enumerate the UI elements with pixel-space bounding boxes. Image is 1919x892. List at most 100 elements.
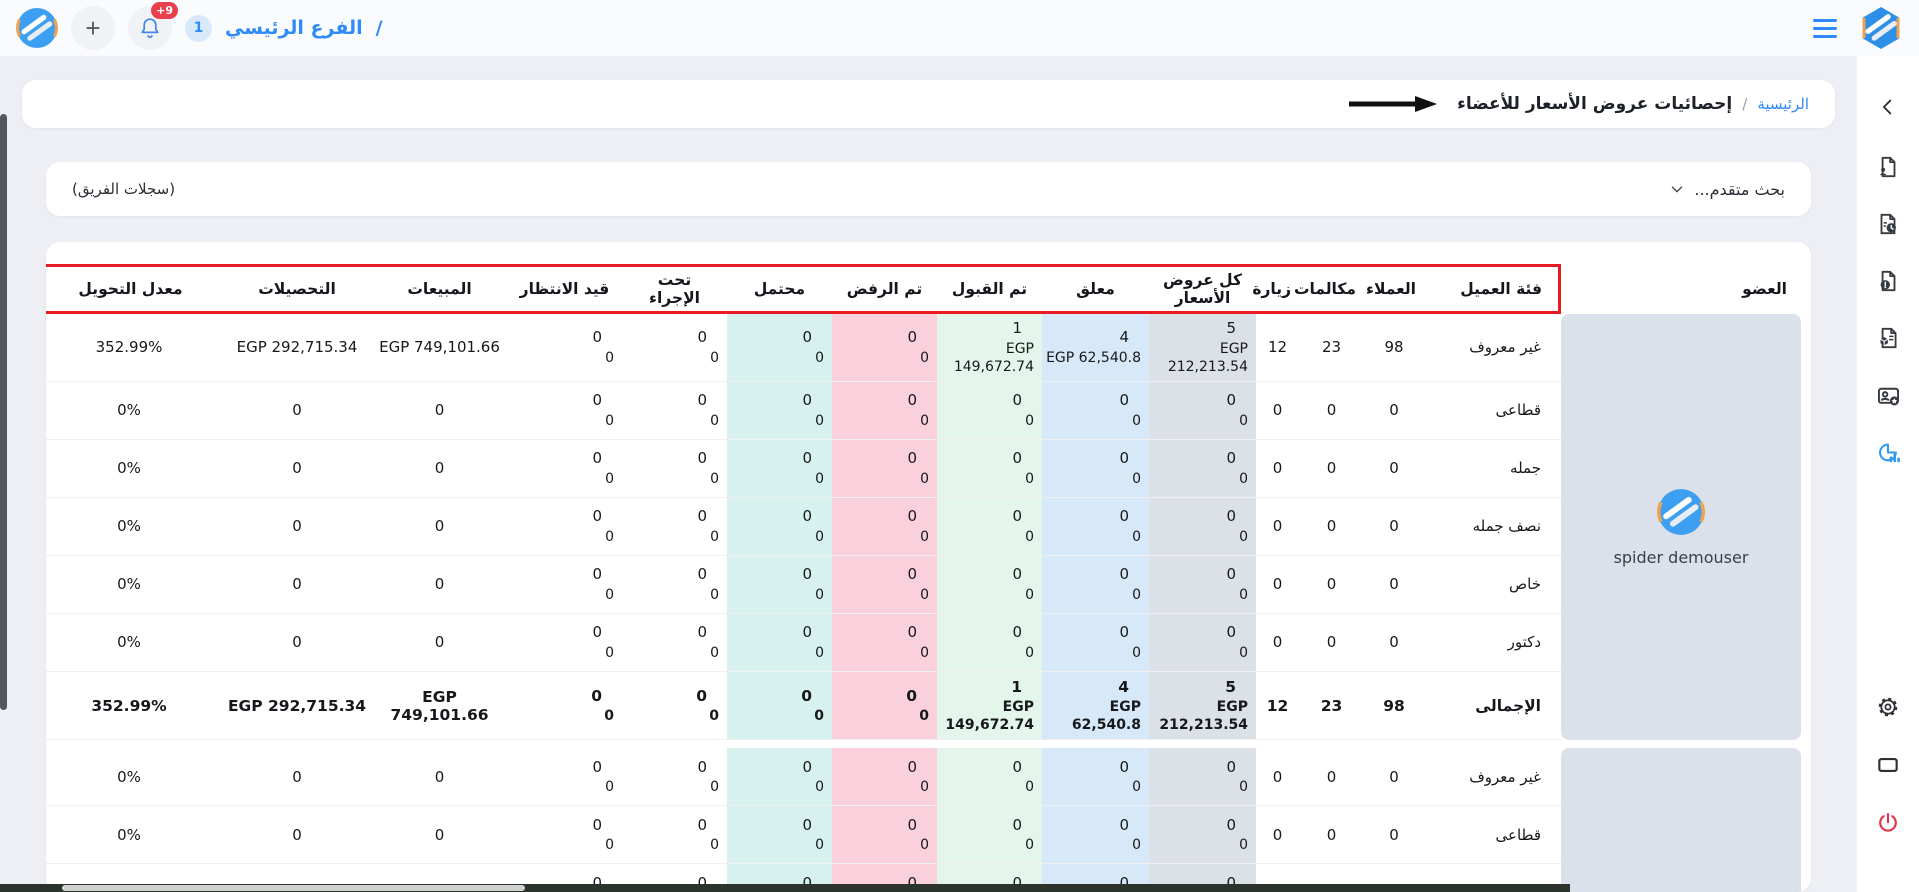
value-cell: 1EGP 149,672.74 xyxy=(937,672,1042,741)
value-cell: 1EGP 149,672.74 xyxy=(937,314,1042,382)
settings-button[interactable] xyxy=(1871,690,1905,724)
horizontal-scrollbar[interactable] xyxy=(0,884,1570,892)
value-cell: 0 xyxy=(1299,440,1364,498)
value-cell: 5EGP 212,213.54 xyxy=(1149,314,1256,382)
advanced-search-toggle[interactable]: بحث متقدم... xyxy=(1668,180,1785,199)
sidebar-item-member-card[interactable] xyxy=(1871,378,1905,412)
category-cell: غير معروف xyxy=(1424,314,1561,382)
value-cell: 00 xyxy=(507,314,622,382)
screen-button[interactable] xyxy=(1871,748,1905,782)
menu-icon[interactable] xyxy=(1809,15,1841,42)
value-cell: 00 xyxy=(622,440,727,498)
category-cell: خاص xyxy=(1424,556,1561,614)
table-row: spider demouser غير معروف9823125EGP 212,… xyxy=(46,314,1801,382)
value-cell: 0 xyxy=(1256,806,1299,864)
sidebar-item-quotes-statistics[interactable] xyxy=(1871,435,1905,469)
branch-slash: / xyxy=(376,17,383,39)
breadcrumb-card: الرئيسية / إحصائيات عروض الأسعار للأعضاء xyxy=(22,80,1835,128)
value-cell: 4EGP 62,540.8 xyxy=(1042,314,1149,382)
stats-table-card: العضوفئة العميلالعملاءمكالماتزيارةكل عرو… xyxy=(46,242,1811,892)
value-cell: 352.99% xyxy=(46,314,222,382)
filters-card: بحث متقدم... (سجلات الفريق) xyxy=(46,162,1811,216)
value-cell: 4EGP 62,540.8 xyxy=(1042,672,1149,741)
quotes-statistics-icon xyxy=(1875,439,1902,466)
column-header: العملاء xyxy=(1364,264,1424,314)
value-cell: 0 xyxy=(222,614,372,672)
sidebar-item-member-report[interactable] xyxy=(1871,150,1905,184)
add-button[interactable]: + xyxy=(71,6,115,50)
value-cell: 00 xyxy=(727,314,832,382)
value-cell: 00 xyxy=(727,748,832,806)
value-cell: 0% xyxy=(46,498,222,556)
sidebar-item-alert-report[interactable] xyxy=(1871,264,1905,298)
advanced-search-label: بحث متقدم... xyxy=(1694,180,1785,199)
value-cell: 00 xyxy=(937,498,1042,556)
sidebar-collapse-button[interactable] xyxy=(1871,90,1905,124)
value-cell: 0 xyxy=(372,382,507,440)
value-cell: 00 xyxy=(832,614,937,672)
breadcrumb-home-link[interactable]: الرئيسية xyxy=(1757,95,1809,113)
branch-count-badge: 1 xyxy=(185,15,212,42)
table-header-row: العضوفئة العميلالعملاءمكالماتزيارةكل عرو… xyxy=(46,264,1801,314)
branch-link[interactable]: الفرع الرئيسي xyxy=(225,17,363,39)
value-cell: 0 xyxy=(372,440,507,498)
value-cell: 0 xyxy=(222,440,372,498)
value-cell: 00 xyxy=(832,440,937,498)
column-header: فئة العميل xyxy=(1424,264,1561,314)
column-header: كل عروض الأسعار xyxy=(1149,264,1256,314)
value-cell: 0 xyxy=(1364,556,1424,614)
column-header: تم الرفض xyxy=(832,264,937,314)
value-cell: 00 xyxy=(1149,382,1256,440)
column-header: معلق xyxy=(1042,264,1149,314)
value-cell: EGP 749,101.66 xyxy=(372,672,507,741)
annotation-arrow xyxy=(1349,96,1437,112)
value-cell: 00 xyxy=(622,382,727,440)
value-cell: 12 xyxy=(1256,672,1299,741)
notification-badge: +9 xyxy=(151,2,178,19)
column-header: محتمل xyxy=(727,264,832,314)
right-sidebar xyxy=(1857,56,1919,892)
value-cell: 0 xyxy=(372,748,507,806)
value-cell: 00 xyxy=(937,440,1042,498)
value-cell: 0 xyxy=(1299,556,1364,614)
value-cell: 0 xyxy=(1364,382,1424,440)
vertical-scrollbar[interactable] xyxy=(0,114,7,710)
value-cell: 00 xyxy=(832,382,937,440)
value-cell: 00 xyxy=(507,440,622,498)
column-header: قيد الانتظار xyxy=(507,264,622,314)
value-cell: 0 xyxy=(222,806,372,864)
value-cell: 00 xyxy=(507,498,622,556)
breadcrumb-separator: / xyxy=(1742,95,1747,113)
value-cell: 00 xyxy=(832,748,937,806)
table-row: جمله00000000000000000000% xyxy=(46,440,1801,498)
value-cell: 00 xyxy=(1042,382,1149,440)
value-cell: 0 xyxy=(372,806,507,864)
value-cell: 0% xyxy=(46,382,222,440)
value-cell: 98 xyxy=(1364,314,1424,382)
stats-table: العضوفئة العميلالعملاءمكالماتزيارةكل عرو… xyxy=(46,264,1801,892)
value-cell: 0 xyxy=(1364,614,1424,672)
notifications-button[interactable]: +9 xyxy=(128,6,172,50)
value-cell: 0 xyxy=(222,498,372,556)
value-cell: 00 xyxy=(1042,440,1149,498)
alert-report-icon xyxy=(1875,268,1901,294)
value-cell: 5EGP 212,213.54 xyxy=(1149,672,1256,741)
value-cell: 0 xyxy=(1256,748,1299,806)
logout-button[interactable] xyxy=(1871,806,1905,840)
value-cell: 00 xyxy=(622,748,727,806)
power-icon xyxy=(1875,810,1901,836)
value-cell: 00 xyxy=(1149,748,1256,806)
app-logo-avatar[interactable] xyxy=(16,7,58,49)
sidebar-item-product-report[interactable] xyxy=(1871,321,1905,355)
table-row: قطاعى00000000000000000000% xyxy=(46,382,1801,440)
value-cell: 0 xyxy=(1364,748,1424,806)
member-report-icon xyxy=(1875,154,1901,180)
horizontal-scrollbar-thumb[interactable] xyxy=(62,885,525,891)
value-cell: 00 xyxy=(832,556,937,614)
sidebar-item-schedule-report[interactable] xyxy=(1871,207,1905,241)
bell-icon xyxy=(138,16,162,40)
member-name: spider demouser xyxy=(1614,548,1749,567)
value-cell: 0% xyxy=(46,556,222,614)
value-cell: 00 xyxy=(727,806,832,864)
value-cell: 0 xyxy=(1299,382,1364,440)
